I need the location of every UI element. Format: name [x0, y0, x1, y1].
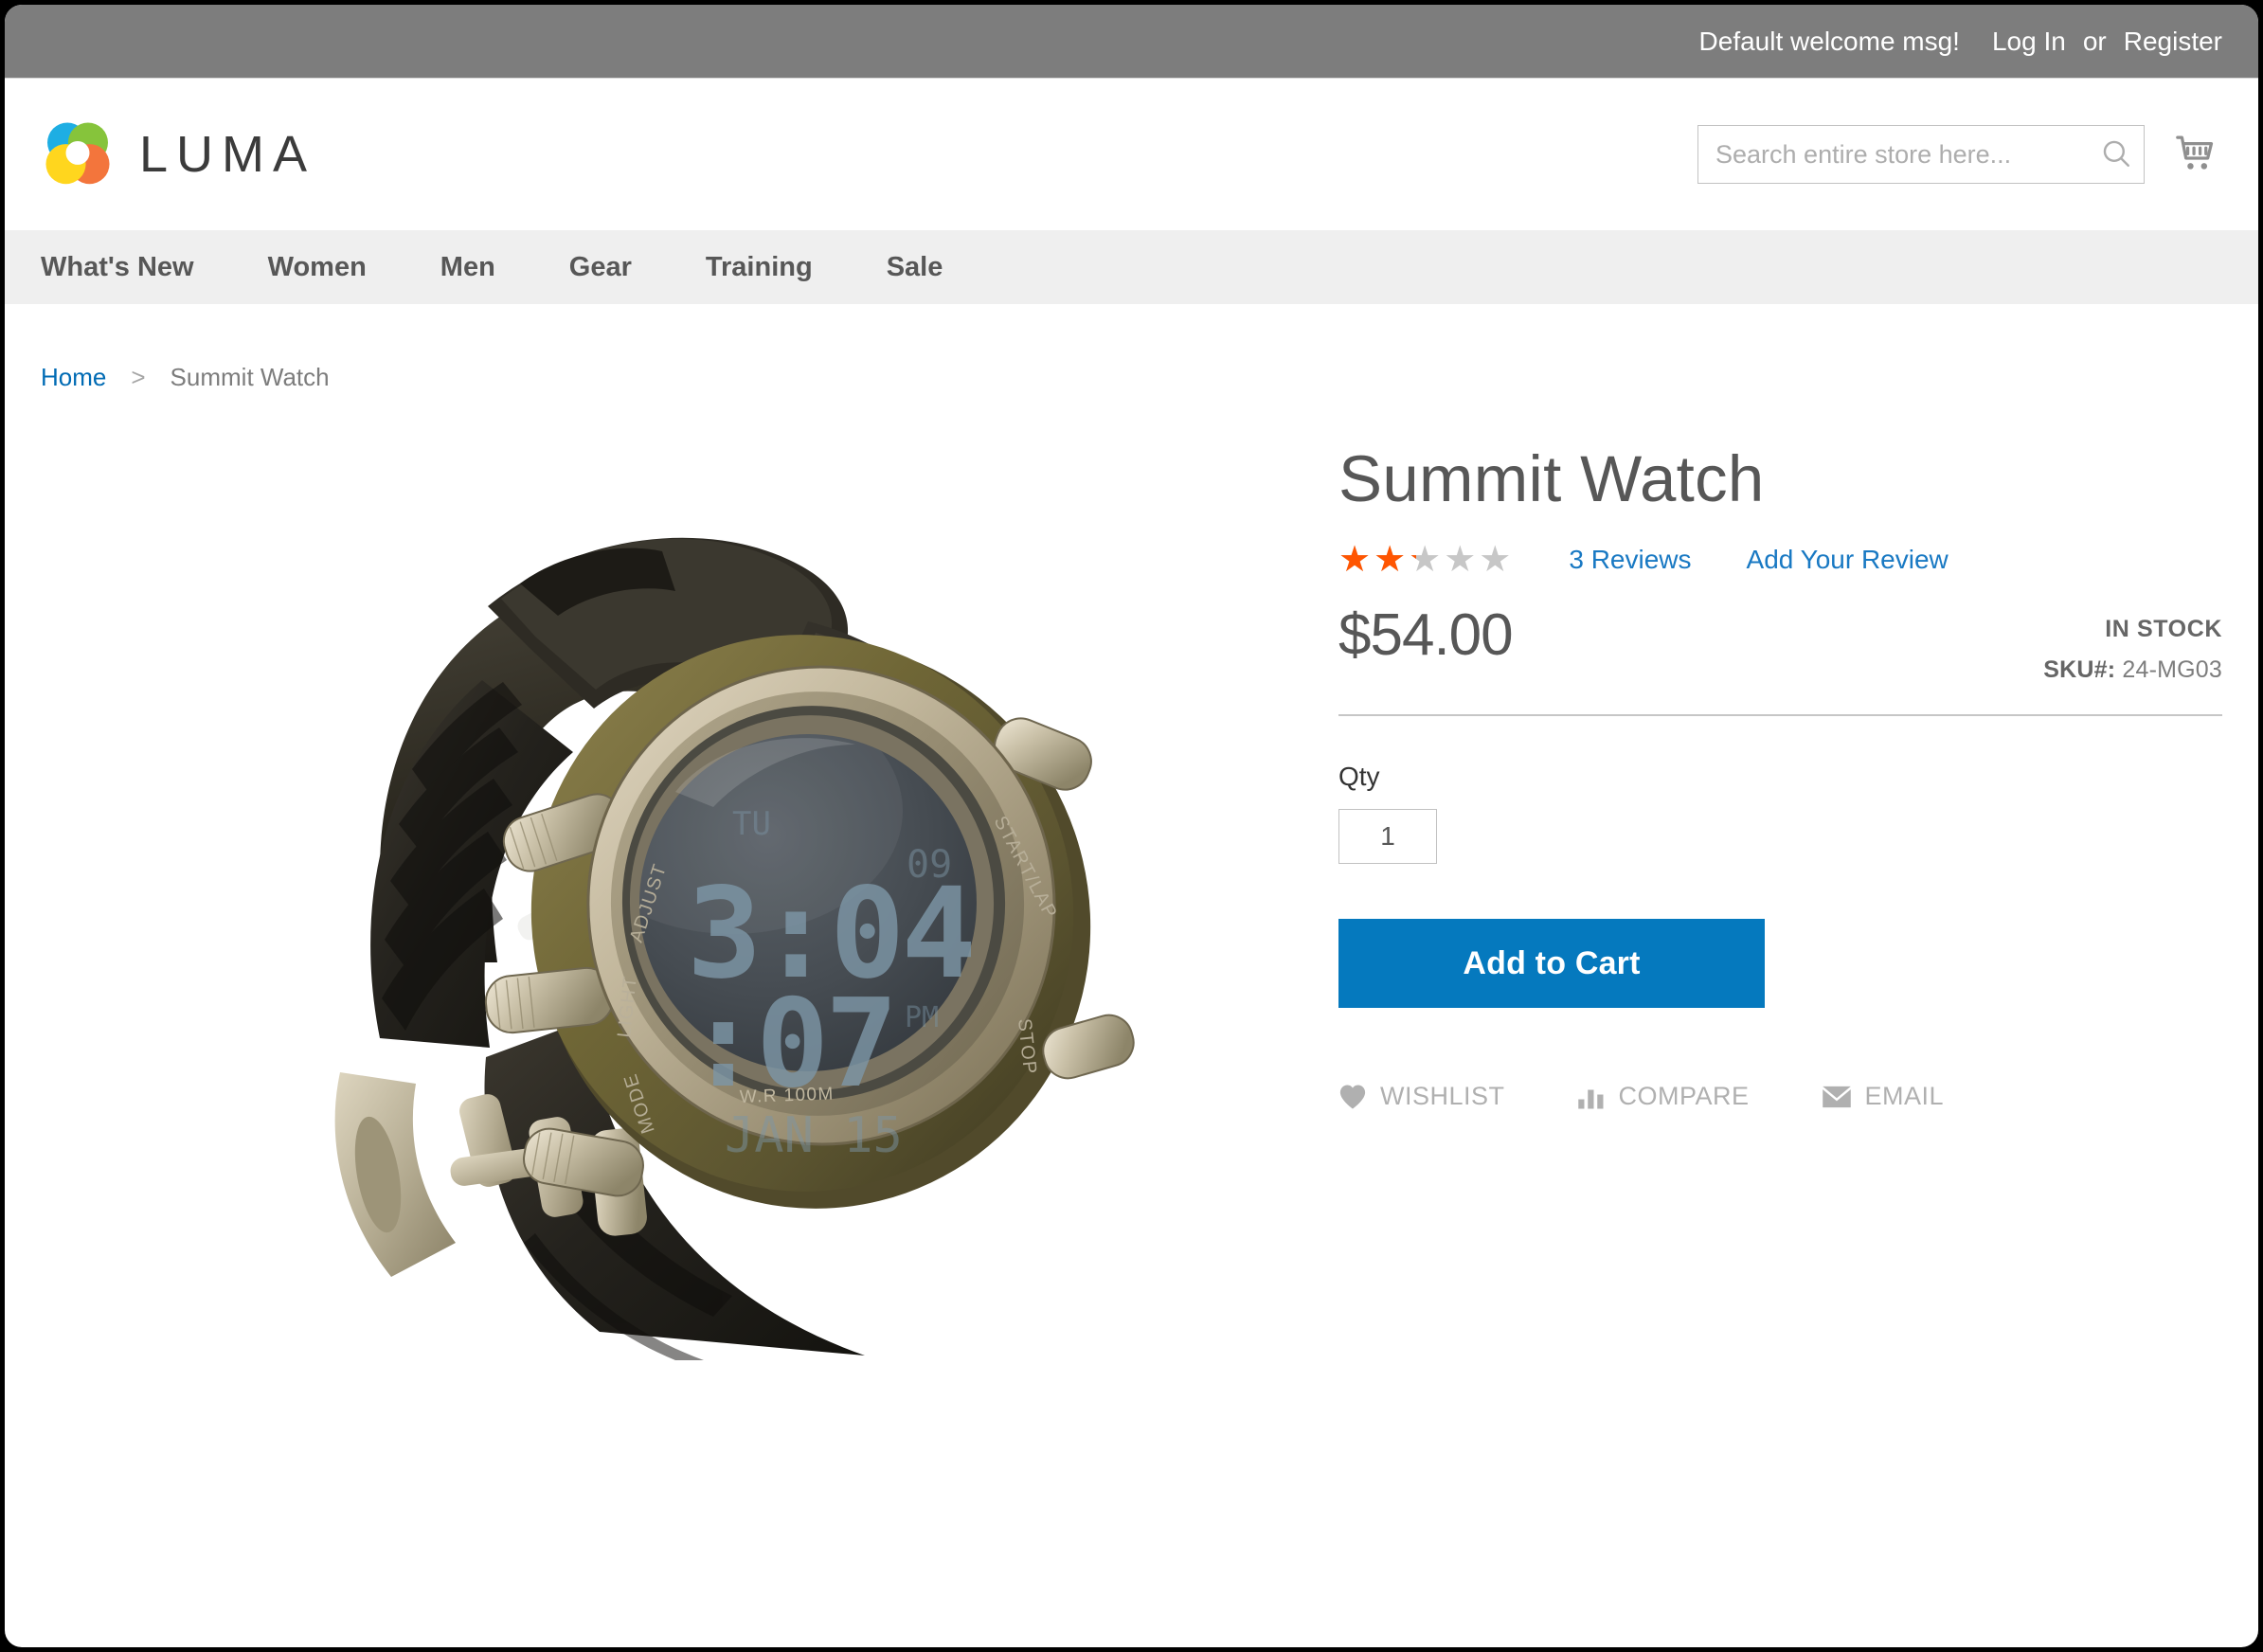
main-navigation: What's New Women Men Gear Training Sale — [5, 230, 2258, 304]
email-to-friend-link[interactable]: EMAIL — [1822, 1082, 1945, 1111]
welcome-message: Default welcome msg! — [1698, 26, 1960, 56]
add-to-compare-link[interactable]: COMPARE — [1577, 1082, 1750, 1111]
product-social-actions: WISHLIST COMPARE EMAIL — [1338, 1082, 2222, 1111]
wishlist-label: WISHLIST — [1380, 1082, 1505, 1111]
sku-label: SKU#: — [2043, 656, 2116, 684]
svg-text:W.R 100M: W.R 100M — [739, 1085, 835, 1107]
breadcrumb-home-link[interactable]: Home — [41, 363, 106, 392]
logo-wordmark: LUMA — [139, 126, 316, 183]
panel-separator: or — [2082, 26, 2107, 56]
chevron-right-icon: > — [131, 363, 146, 391]
register-link[interactable]: Register — [2124, 27, 2222, 57]
status-badge: IN STOCK — [2105, 616, 2222, 643]
product-page-main: TU 3:04 :07 09 PM JAN 15 ADJUST LIGHT MO… — [5, 404, 2258, 1360]
product-rating-row: ★★★★★ ★★★★★ 3 Reviews Add Your Review — [1338, 542, 2222, 578]
add-to-wishlist-link[interactable]: WISHLIST — [1338, 1082, 1505, 1111]
nav-item-gear[interactable]: Gear — [569, 252, 668, 283]
bar-chart-icon — [1577, 1084, 1606, 1110]
summit-watch-product-photo[interactable]: TU 3:04 :07 09 PM JAN 15 ADJUST LIGHT MO… — [202, 432, 1168, 1360]
search-icon — [2100, 137, 2132, 172]
quantity-stepper[interactable] — [1338, 809, 1437, 865]
add-to-cart-button[interactable]: Add to Cart — [1338, 919, 1765, 1009]
nav-item-men[interactable]: Men — [440, 252, 531, 283]
price-and-stock-row: $54.00 IN STOCK SKU#: 24-MG03 — [1338, 602, 2222, 717]
site-header: LUMA — [5, 79, 2258, 230]
sku-value: 24-MG03 — [2122, 656, 2222, 684]
shopping-cart-icon — [2173, 132, 2218, 178]
product-info-main: Summit Watch ★★★★★ ★★★★★ 3 Reviews Add Y… — [1329, 404, 2222, 1360]
logo-home-link[interactable]: LUMA — [41, 117, 315, 191]
search-input[interactable] — [1697, 125, 2145, 184]
email-label: EMAIL — [1864, 1082, 1945, 1111]
page-title: Summit Watch — [1338, 442, 1765, 515]
panel-account-links: Log In or Register — [1992, 27, 2222, 57]
rating-stars-filled: ★★★★★ — [1338, 542, 1416, 579]
svg-text:TU: TU — [732, 805, 771, 843]
breadcrumb: Home > Summit Watch — [5, 304, 2258, 392]
nav-item-sale[interactable]: Sale — [887, 252, 979, 283]
minicart-button[interactable] — [2169, 128, 2222, 182]
product-media-gallery: TU 3:04 :07 09 PM JAN 15 ADJUST LIGHT MO… — [41, 404, 1329, 1360]
stock-and-sku: IN STOCK SKU#: 24-MG03 — [2043, 606, 2222, 684]
svg-text:PM: PM — [905, 1001, 939, 1034]
breadcrumb-current: Summit Watch — [170, 363, 330, 391]
product-sku: SKU#: 24-MG03 — [2043, 656, 2222, 684]
reviews-count-link[interactable]: 3 Reviews — [1569, 545, 1691, 575]
search-submit-button[interactable] — [2097, 135, 2135, 173]
browser-page: Default welcome msg! Log In or Register — [5, 5, 2258, 1647]
compare-label: COMPARE — [1618, 1082, 1750, 1111]
heart-icon — [1338, 1084, 1367, 1110]
envelope-icon — [1822, 1085, 1852, 1109]
add-review-link[interactable]: Add Your Review — [1747, 545, 1949, 575]
nav-item-whats-new[interactable]: What's New — [41, 252, 230, 283]
search-box — [1697, 125, 2145, 184]
svg-text:09: 09 — [907, 843, 952, 887]
login-link[interactable]: Log In — [1992, 27, 2066, 57]
svg-text:JAN 15: JAN 15 — [725, 1107, 903, 1164]
rating-stars[interactable]: ★★★★★ ★★★★★ — [1338, 542, 1514, 578]
nav-item-training[interactable]: Training — [706, 252, 849, 283]
luma-flower-logo-icon — [41, 117, 115, 191]
nav-item-women[interactable]: Women — [268, 252, 403, 283]
top-panel: Default welcome msg! Log In or Register — [5, 5, 2258, 79]
header-right-tools — [1697, 125, 2222, 184]
qty-label: Qty — [1338, 762, 1380, 792]
product-price: $54.00 — [1338, 602, 1514, 669]
